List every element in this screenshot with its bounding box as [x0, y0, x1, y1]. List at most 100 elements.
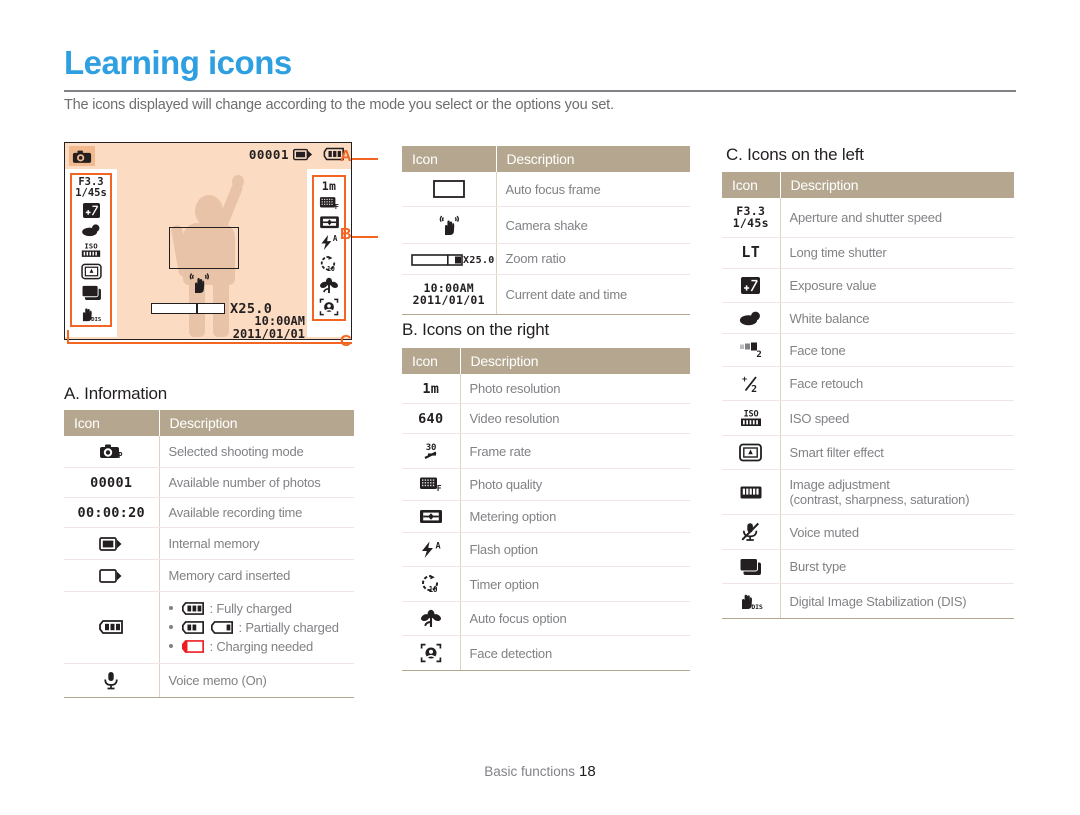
row-description: Photo quality	[460, 468, 690, 502]
table-row: X25.0 Zoom ratio	[402, 243, 690, 275]
auto-focus-macro-icon	[319, 277, 339, 294]
table-row: ISO ISO speed	[722, 400, 1014, 437]
battery-full-icon	[64, 591, 160, 664]
smart-filter-icon	[80, 263, 102, 280]
table-row-battery: : Fully charged: Partially charged: Ch…	[64, 591, 354, 664]
table-row: Smart filter effect	[722, 435, 1014, 471]
row-description: Auto focus option	[460, 601, 690, 637]
face-tone-icon: 2	[722, 333, 781, 368]
table-row: F Photo quality	[402, 468, 690, 502]
zoom-ratio-icon: X25.0	[402, 243, 497, 275]
table-row: 30 Frame rate	[402, 433, 690, 470]
row-description: ISO speed	[780, 400, 1014, 437]
svg-text:A: A	[435, 542, 440, 552]
battery-empty-label: : Charging needed	[209, 638, 314, 654]
flash-auto-icon: A	[402, 532, 461, 568]
svg-text:DIS: DIS	[91, 318, 102, 324]
table-header-row: Icon Description	[64, 410, 354, 436]
screen-right-icon-column: 1m F A 10	[312, 175, 346, 322]
date-time-icon: 10:00AM 2011/01/01	[402, 274, 497, 315]
row-description: Face detection	[460, 635, 690, 672]
aperture-shutter-icon: F3.3 1/45s	[732, 204, 769, 231]
table-row: 00:00:20 Available recording time	[64, 497, 354, 529]
memory-card-icon	[64, 559, 160, 592]
photo-count-text: 00001	[90, 475, 133, 492]
table-header-row: Icon Description	[402, 146, 690, 172]
page-title: Learning icons	[64, 44, 292, 81]
camera-shake-icon	[187, 271, 211, 295]
face-detection-icon	[402, 635, 461, 672]
internal-memory-icon	[293, 148, 313, 162]
column-header-icon: Icon	[722, 172, 781, 198]
battery-partial-icon	[181, 620, 205, 635]
camera-program-mode-icon: P	[64, 436, 160, 469]
photo-resolution-icon: 1m	[321, 179, 337, 193]
section-b-table: Icon Description 1m Photo resolution 640…	[402, 348, 690, 672]
timer-10s-icon: 10	[402, 566, 461, 603]
metering-option-icon	[402, 500, 461, 534]
screen-time: 10:00AM	[254, 314, 305, 328]
auto-focus-macro-icon	[402, 601, 461, 637]
row-description: Zoom ratio	[496, 243, 690, 275]
svg-text:+: +	[742, 375, 747, 385]
column-header-description: Description	[159, 410, 354, 436]
table-row: A Flash option	[402, 532, 690, 568]
page-footer: Basic functions 18	[0, 763, 1080, 780]
row-description: Video resolution	[460, 403, 690, 435]
battery-states-cell: : Fully charged: Partially charged: Ch…	[159, 591, 354, 664]
datetime-date: 2011/01/01	[412, 292, 485, 307]
svg-text:F: F	[436, 484, 441, 493]
dis-stabilization-icon: DIS	[80, 305, 102, 323]
svg-text:30: 30	[426, 443, 436, 453]
table-row: F3.3 1/45s Aperture and shutter speed	[722, 198, 1014, 239]
table-row: Exposure value	[722, 268, 1014, 303]
list-item: : Charging needed	[168, 637, 346, 656]
table-row: Burst type	[722, 549, 1014, 585]
battery-empty-icon	[181, 639, 205, 654]
svg-text:10: 10	[327, 265, 335, 273]
table-row: Image adjustment (contrast, sharpness, s…	[722, 469, 1014, 516]
callout-line-c-horz	[67, 342, 352, 344]
section-a-table: Icon Description P Selected shooting mod…	[64, 410, 354, 698]
row-description: Available recording time	[159, 497, 354, 529]
video-resolution-icon: 640	[418, 411, 444, 428]
burst-type-icon	[81, 284, 102, 301]
metering-option-icon	[319, 215, 340, 230]
column-header-icon: Icon	[64, 410, 160, 436]
photo-quality-icon: F	[402, 468, 461, 502]
flash-auto-icon: A	[319, 234, 340, 251]
auto-focus-frame	[169, 227, 239, 269]
row-description: Flash option	[460, 532, 690, 568]
internal-memory-icon	[64, 527, 160, 560]
table-row: Voice muted	[722, 514, 1014, 551]
exposure-value-icon	[722, 268, 781, 303]
column-header-description: Description	[460, 348, 690, 374]
svg-text:A: A	[332, 234, 337, 243]
section-c-table: Icon Description F3.3 1/45s Aperture and…	[722, 172, 1014, 620]
table-row: + 2 Face retouch	[722, 366, 1014, 402]
face-retouch-icon: + 2	[722, 366, 781, 402]
available-photos-count: 00001	[248, 147, 289, 162]
smart-filter-icon	[722, 435, 781, 471]
row-description: Face retouch	[780, 366, 1014, 402]
table-row: White balance	[722, 302, 1014, 335]
callout-label-b: B	[340, 226, 352, 243]
screen-left-icon-column: F3.3 1/45s ISO DIS	[70, 173, 112, 328]
section-c-title: C. Icons on the left	[726, 145, 864, 164]
table-row: Auto focus frame	[402, 172, 690, 207]
section-b-title: B. Icons on the right	[402, 320, 549, 339]
table-row: Camera shake	[402, 206, 690, 244]
table-row: Voice memo (On)	[64, 663, 354, 698]
table-row: 2 Face tone	[722, 333, 1014, 368]
svg-text:P: P	[86, 156, 90, 163]
table-header-row: Icon Description	[722, 172, 1014, 198]
row-description: Camera shake	[496, 206, 690, 244]
image-adjustment-icon	[722, 469, 781, 516]
title-divider	[64, 90, 1016, 92]
svg-text:2: 2	[751, 384, 757, 393]
callout-label-a: A	[340, 148, 352, 165]
callout-label-c: C	[340, 333, 352, 350]
zoom-ratio-value: X25.0	[463, 255, 495, 266]
section-a-title: A. Information	[64, 384, 168, 403]
row-description-multiline: Image adjustment (contrast, sharpness, s…	[780, 469, 1014, 516]
